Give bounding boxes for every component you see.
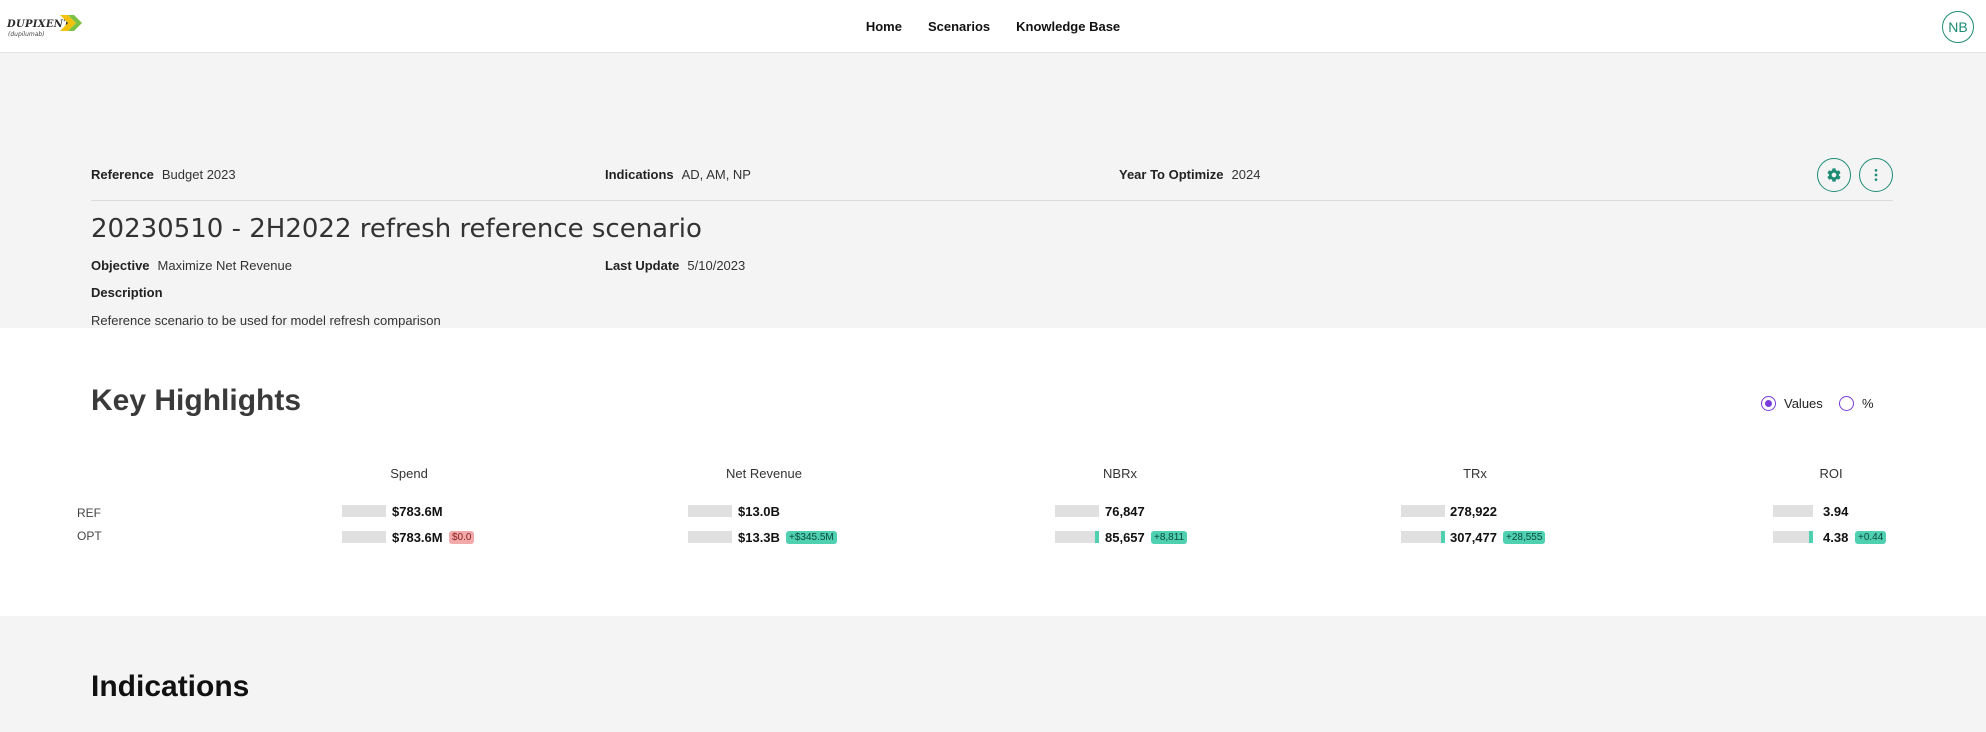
values-radio-option[interactable]: Values [1761, 396, 1823, 411]
reference-label: Reference [91, 167, 154, 182]
row-label-opt: OPT [77, 529, 102, 543]
objective-label: Objective [91, 258, 150, 273]
nav-home[interactable]: Home [866, 19, 902, 34]
last-update-meta: Last Update 5/10/2023 [605, 258, 745, 273]
nbrx-opt-value: 85,657 [1105, 530, 1145, 545]
net-revenue-opt-value: $13.3B [738, 530, 780, 545]
more-vertical-icon [1874, 169, 1878, 181]
last-update-value: 5/10/2023 [687, 258, 746, 273]
col-header-net-revenue: Net Revenue [726, 466, 802, 481]
reference-value: Budget 2023 [161, 167, 236, 182]
reference-meta: Reference Budget 2023 [91, 167, 236, 182]
year-label: Year To Optimize [1119, 167, 1224, 182]
trx-opt-bar [1401, 531, 1445, 543]
col-header-roi: ROI [1819, 466, 1843, 481]
indications-section: Indications [0, 616, 1986, 732]
trx-ref-bar [1401, 505, 1445, 517]
net-revenue-ref-bar [688, 505, 732, 517]
roi-opt-bar [1773, 531, 1813, 543]
year-meta: Year To Optimize 2024 [1119, 167, 1260, 182]
spend-delta-badge: $0.0 [449, 531, 475, 544]
trx-ref-value: 278,922 [1450, 504, 1497, 519]
roi-ref-value: 3.94 [1823, 504, 1849, 519]
nbrx-opt-bar [1055, 531, 1099, 543]
row-label-ref: REF [77, 506, 101, 520]
col-header-trx: TRx [1463, 466, 1487, 481]
values-radio[interactable] [1761, 396, 1776, 411]
objective-value: Maximize Net Revenue [157, 258, 292, 273]
roi-delta-badge: +0.44 [1855, 531, 1887, 544]
more-options-button[interactable] [1859, 158, 1893, 192]
indications-title: Indications [91, 670, 250, 703]
roi-opt-value: 4.38 [1823, 530, 1849, 545]
nbrx-ref-value: 76,847 [1105, 504, 1145, 519]
net-revenue-ref-value: $13.0B [738, 504, 780, 519]
nav-scenarios[interactable]: Scenarios [928, 19, 990, 34]
percent-radio-option[interactable]: % [1839, 396, 1874, 411]
nav-knowledge-base[interactable]: Knowledge Base [1016, 19, 1120, 34]
spend-opt-value: $783.6M [392, 530, 443, 545]
spend-opt-bar [342, 531, 386, 543]
objective-meta: Objective Maximize Net Revenue [91, 258, 292, 273]
key-highlights-section: Key Highlights Values % REF OPT Spend $7… [0, 328, 1986, 616]
key-highlights-title: Key Highlights [91, 384, 302, 417]
col-header-spend: Spend [390, 466, 428, 481]
nbrx-delta-badge: +8,811 [1151, 531, 1188, 544]
indications-label: Indications [605, 167, 674, 182]
nbrx-ref-bar [1055, 505, 1099, 517]
indications-meta: Indications AD, AM, NP [605, 167, 751, 182]
indications-value: AD, AM, NP [681, 167, 751, 182]
spend-ref-bar [342, 505, 386, 517]
scenario-meta-row: Reference Budget 2023 Indications AD, AM, … [91, 153, 1893, 201]
main-nav: Home Scenarios Knowledge Base [0, 0, 1986, 53]
last-update-label: Last Update [605, 258, 680, 273]
scenario-title: 20230510 - 2H2022 refresh reference scen… [91, 214, 702, 244]
trx-delta-badge: +28,555 [1503, 531, 1546, 544]
percent-radio-label: % [1862, 396, 1874, 411]
user-avatar[interactable]: NB [1942, 11, 1974, 43]
description-label: Description [91, 285, 163, 300]
top-navigation-bar: Dupixent (dupilumab) Home Scenarios Know… [0, 0, 1986, 53]
values-radio-label: Values [1784, 396, 1823, 411]
net-revenue-opt-bar [688, 531, 732, 543]
col-header-nbrx: NBRx [1103, 466, 1137, 481]
settings-button[interactable] [1817, 158, 1851, 192]
net-revenue-delta-badge: +$345.5M [786, 531, 837, 544]
roi-ref-bar [1773, 505, 1813, 517]
description-text: Reference scenario to be used for model … [91, 313, 441, 328]
scenario-header: Reference Budget 2023 Indications AD, AM, … [0, 53, 1986, 328]
percent-radio[interactable] [1839, 396, 1854, 411]
trx-opt-value: 307,477 [1450, 530, 1497, 545]
spend-ref-value: $783.6M [392, 504, 443, 519]
gear-icon [1827, 168, 1841, 182]
year-value: 2024 [1231, 167, 1261, 182]
